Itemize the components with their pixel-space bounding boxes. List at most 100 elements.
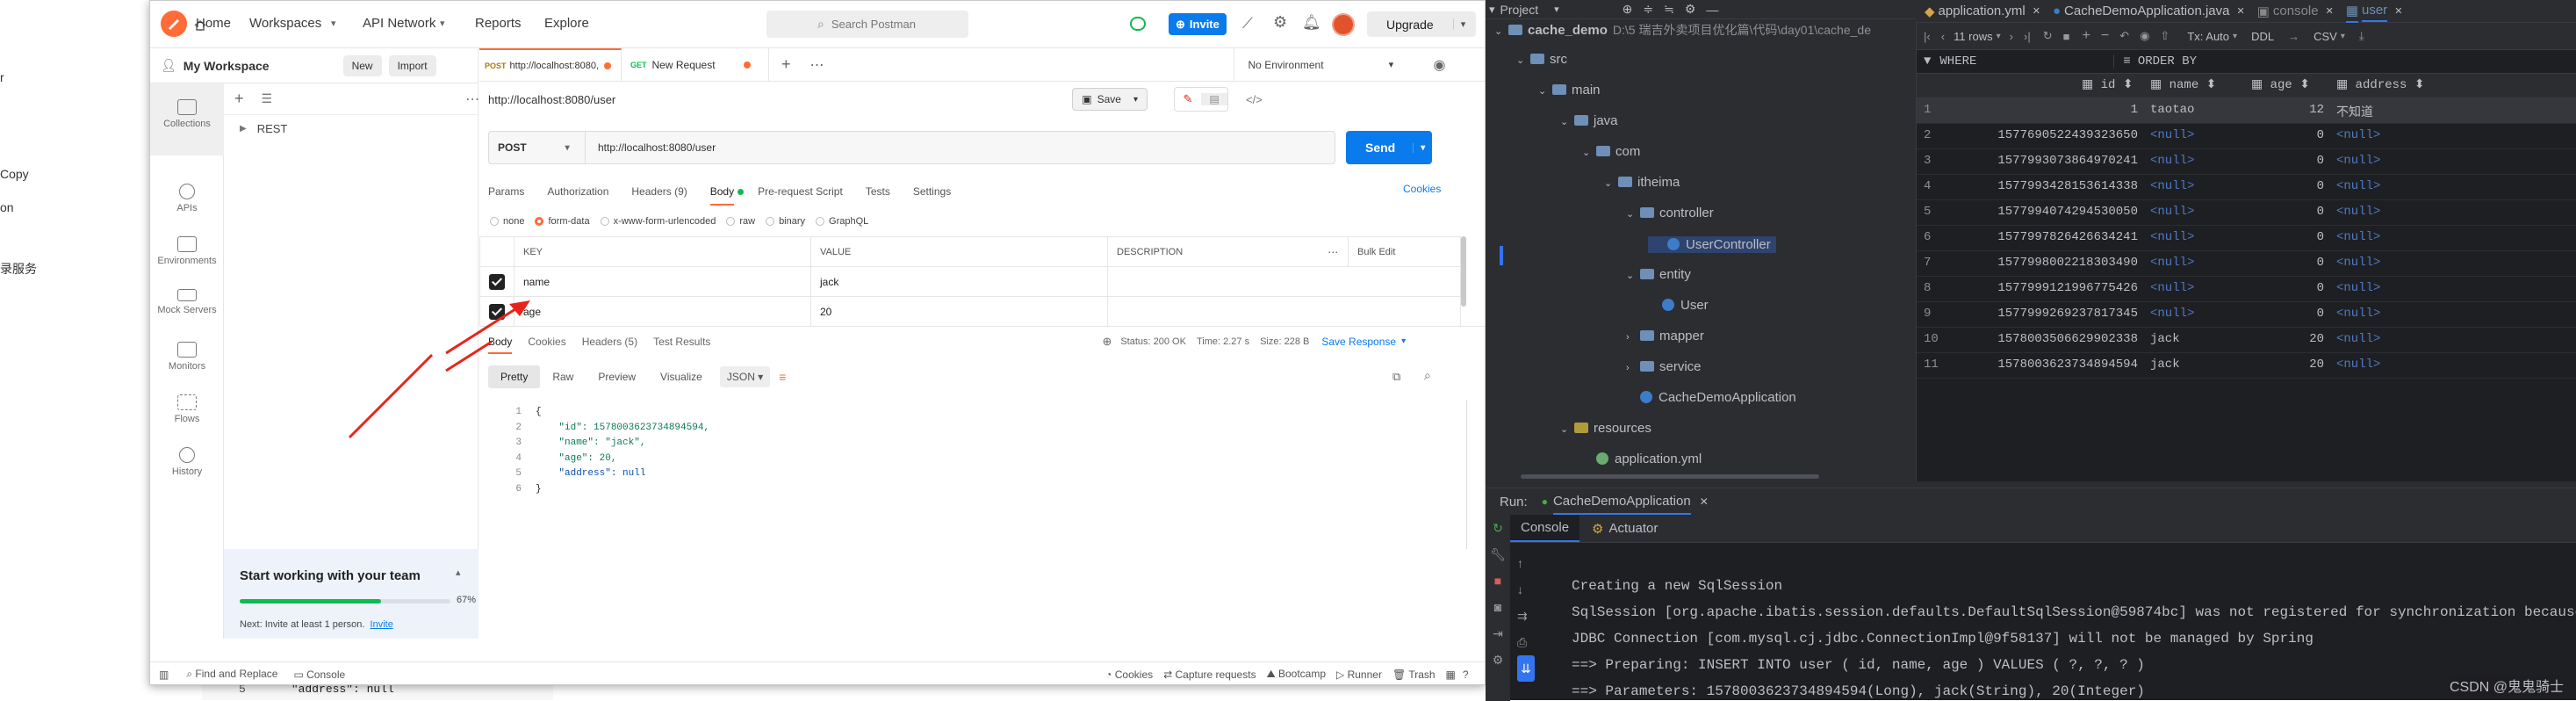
- arrow-right-icon[interactable]: →: [2288, 30, 2299, 43]
- sidebar-toggle-icon[interactable]: ▥: [159, 668, 169, 681]
- sidebar-item-environments[interactable]: Environments: [150, 236, 224, 266]
- scrollbar[interactable]: [1461, 236, 1466, 307]
- tree-item[interactable]: ⌄ cache_demo D:\5 瑞吉外卖项目优化篇\代码\day01\cache…: [1494, 21, 1871, 39]
- column-header[interactable]: ▦ id ⬍: [2082, 77, 2133, 92]
- find-replace-button[interactable]: ⌕ Find and Replace: [186, 668, 277, 681]
- more-options-icon[interactable]: ⋯: [1318, 236, 1349, 267]
- tab-visualize[interactable]: Visualize: [660, 371, 702, 383]
- team-invite-link[interactable]: Invite: [371, 619, 393, 630]
- plus-icon[interactable]: +: [781, 55, 791, 74]
- document-icon[interactable]: ▤: [1201, 93, 1227, 105]
- column-header[interactable]: ▦ address ⬍: [2336, 77, 2425, 92]
- description-cell[interactable]: [1107, 296, 1461, 327]
- sidebar-item-apis[interactable]: APIs: [150, 184, 224, 213]
- column-header[interactable]: ▦ name ⬍: [2150, 77, 2216, 92]
- table-cell[interactable]: <null>: [2150, 281, 2194, 295]
- table-cell[interactable]: <null>: [2336, 154, 2380, 168]
- trash-button[interactable]: 🗑︎ Trash: [1392, 668, 1436, 681]
- table-cell[interactable]: 0: [2246, 307, 2324, 321]
- table-cell[interactable]: <null>: [2150, 154, 2194, 168]
- notifications-icon[interactable]: 🔔︎: [1302, 14, 1321, 32]
- sidebar-item-mock-servers[interactable]: Mock Servers: [150, 289, 224, 315]
- tree-item[interactable]: ⌄ java: [1560, 113, 1618, 128]
- minimize-icon[interactable]: —: [1706, 3, 1718, 17]
- scroll-up-icon[interactable]: ↑: [1517, 550, 1535, 576]
- table-cell[interactable]: <null>: [2336, 128, 2380, 142]
- cookies-link[interactable]: Cookies: [1403, 183, 1441, 195]
- tab-settings[interactable]: Settings: [913, 185, 951, 198]
- last-page-icon[interactable]: ›|: [2024, 30, 2031, 43]
- eye-icon[interactable]: ◉: [1434, 56, 1446, 74]
- preview-icon[interactable]: ◉: [2140, 29, 2149, 43]
- save-button[interactable]: ▣ Save ▾: [1072, 88, 1148, 111]
- invite-button[interactable]: ⊕ Invite: [1169, 13, 1227, 35]
- table-cell[interactable]: <null>: [2336, 256, 2380, 270]
- radio-raw[interactable]: [726, 217, 736, 226]
- tree-item[interactable]: CacheDemoApplication: [1626, 390, 1796, 405]
- revert-icon[interactable]: ↶: [2119, 29, 2129, 43]
- ddl-button[interactable]: DDL: [2251, 30, 2274, 43]
- save-response-button[interactable]: Save Response: [1321, 336, 1396, 348]
- close-icon[interactable]: ✕: [2033, 5, 2040, 17]
- tab-console[interactable]: console: [2273, 4, 2319, 18]
- table-cell[interactable]: 0: [2246, 256, 2324, 270]
- code-icon[interactable]: </>: [1246, 93, 1263, 106]
- table-cell[interactable]: <null>: [2336, 205, 2380, 219]
- wrench-icon[interactable]: 🔧︎: [1486, 541, 1510, 567]
- chevron-up-icon[interactable]: ▴: [456, 567, 461, 578]
- tree-item[interactable]: ⌄ itheima: [1604, 175, 1680, 190]
- nav-explore[interactable]: Explore: [544, 16, 589, 31]
- tab-application-yml[interactable]: application.yml: [1939, 4, 2026, 18]
- filter-icon[interactable]: ☰: [262, 91, 273, 106]
- table-cell[interactable]: <null>: [2150, 205, 2194, 219]
- tab-new-request[interactable]: GET New Request: [622, 47, 769, 82]
- table-cell[interactable]: 12: [2246, 103, 2324, 117]
- close-icon[interactable]: ✕: [2236, 5, 2244, 17]
- tab-headers[interactable]: Headers (9): [631, 185, 687, 198]
- key-cell[interactable]: name: [514, 266, 811, 297]
- table-cell[interactable]: taotao: [2150, 103, 2194, 117]
- radio-form-data[interactable]: [535, 217, 544, 226]
- sync-status-icon[interactable]: [1130, 17, 1146, 31]
- satellite-icon[interactable]: ⟋: [1242, 15, 1253, 33]
- scrollbar[interactable]: [1466, 400, 1471, 549]
- tree-item[interactable]: ⌄ entity: [1626, 267, 1691, 282]
- tab-actuator[interactable]: Actuator: [1609, 521, 1659, 536]
- value-cell[interactable]: jack: [810, 266, 1108, 297]
- tab-authorization[interactable]: Authorization: [547, 185, 608, 198]
- settings-icon[interactable]: ⚙: [1486, 647, 1510, 673]
- table-cell[interactable]: 1: [1950, 103, 2138, 117]
- tab-body[interactable]: Body: [709, 185, 735, 206]
- view-mode-toggle[interactable]: ✎ ▤: [1174, 87, 1228, 112]
- tab-cache-demo-application[interactable]: CacheDemoApplication.java: [2064, 4, 2229, 18]
- table-cell[interactable]: 1577999269237817345: [1950, 307, 2138, 321]
- target-icon[interactable]: ⊕: [1623, 2, 1633, 17]
- tab-params[interactable]: Params: [488, 185, 524, 198]
- sidebar-item-flows[interactable]: Flows: [150, 394, 224, 424]
- format-select[interactable]: JSON ▾: [719, 366, 771, 387]
- tab-preview[interactable]: Preview: [598, 371, 636, 383]
- table-cell[interactable]: 0: [2246, 205, 2324, 219]
- scroll-to-end-icon[interactable]: ⇊: [1517, 655, 1535, 682]
- table-cell[interactable]: 20: [2246, 358, 2324, 372]
- tab-response-headers[interactable]: Headers (5): [582, 336, 637, 348]
- console-button[interactable]: ▭ Console: [293, 668, 345, 681]
- expand-icon[interactable]: ≒: [1664, 2, 1674, 17]
- table-cell[interactable]: 20: [2246, 332, 2324, 346]
- csv-select[interactable]: CSV: [2313, 30, 2337, 43]
- row-count[interactable]: 11 rows: [1954, 30, 1993, 43]
- tree-item[interactable]: ⌄ com: [1582, 144, 1640, 159]
- table-cell[interactable]: jack: [2150, 358, 2180, 372]
- copy-icon[interactable]: ⧉: [1392, 370, 1400, 384]
- tree-item[interactable]: › service: [1626, 359, 1702, 374]
- print-icon[interactable]: ⎙: [1517, 629, 1535, 655]
- table-cell[interactable]: jack: [2150, 332, 2180, 346]
- url-input[interactable]: http://localhost:8080/user: [598, 141, 716, 154]
- next-page-icon[interactable]: ›: [2010, 30, 2013, 43]
- table-cell[interactable]: 1577994074294530050: [1950, 205, 2138, 219]
- collapse-icon[interactable]: ≑: [1643, 2, 1653, 17]
- column-header[interactable]: ▦ age ⬍: [2251, 77, 2310, 92]
- table-cell[interactable]: 1577993073864970241: [1950, 154, 2138, 168]
- runner-button[interactable]: ▷ Runner: [1336, 668, 1382, 681]
- table-cell[interactable]: 0: [2246, 128, 2324, 142]
